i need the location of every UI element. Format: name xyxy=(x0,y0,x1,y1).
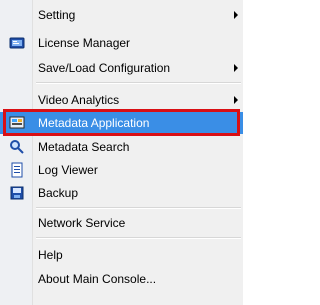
menu-item-save-load-configuration[interactable]: Save/Load Configuration xyxy=(0,57,243,79)
menu-item-label: Network Service xyxy=(38,216,126,230)
menu-item-label: License Manager xyxy=(38,36,131,50)
submenu-arrow-icon xyxy=(234,64,238,72)
context-menu: Setting License Manager Save/Load Config… xyxy=(0,0,243,305)
menu-item-log-viewer[interactable]: Log Viewer xyxy=(0,159,243,181)
menu-item-label: Help xyxy=(38,248,63,262)
backup-icon xyxy=(9,185,25,201)
menu-item-label: Setting xyxy=(38,8,76,22)
menu-item-label: Metadata Application xyxy=(38,116,150,130)
menu-separator xyxy=(36,82,241,84)
menu-item-label: Metadata Search xyxy=(38,140,130,154)
menu-item-help[interactable]: Help xyxy=(0,244,243,266)
log-viewer-icon xyxy=(9,162,25,178)
menu-item-video-analytics[interactable]: Video Analytics xyxy=(0,89,243,111)
menu-item-label: Log Viewer xyxy=(38,163,98,177)
menu-separator xyxy=(36,207,241,209)
menu-item-label: Video Analytics xyxy=(38,93,120,107)
menu-item-setting[interactable]: Setting xyxy=(0,4,243,26)
menu-item-metadata-search[interactable]: Metadata Search xyxy=(0,136,243,158)
menu-item-license-manager[interactable]: License Manager xyxy=(0,32,243,54)
menu-item-metadata-application[interactable]: Metadata Application xyxy=(0,112,243,134)
menu-item-label: Save/Load Configuration xyxy=(38,61,171,75)
submenu-arrow-icon xyxy=(234,96,238,104)
menu-item-backup[interactable]: Backup xyxy=(0,182,243,204)
metadata-search-icon xyxy=(9,139,25,155)
license-icon xyxy=(9,35,25,51)
submenu-arrow-icon xyxy=(234,11,238,19)
menu-item-network-service[interactable]: Network Service xyxy=(0,212,243,234)
menu-item-label: About Main Console... xyxy=(38,272,157,286)
menu-separator xyxy=(36,237,241,239)
menu-item-about-main-console[interactable]: About Main Console... xyxy=(0,268,243,290)
menu-item-label: Backup xyxy=(38,186,79,200)
metadata-application-icon xyxy=(9,115,25,131)
